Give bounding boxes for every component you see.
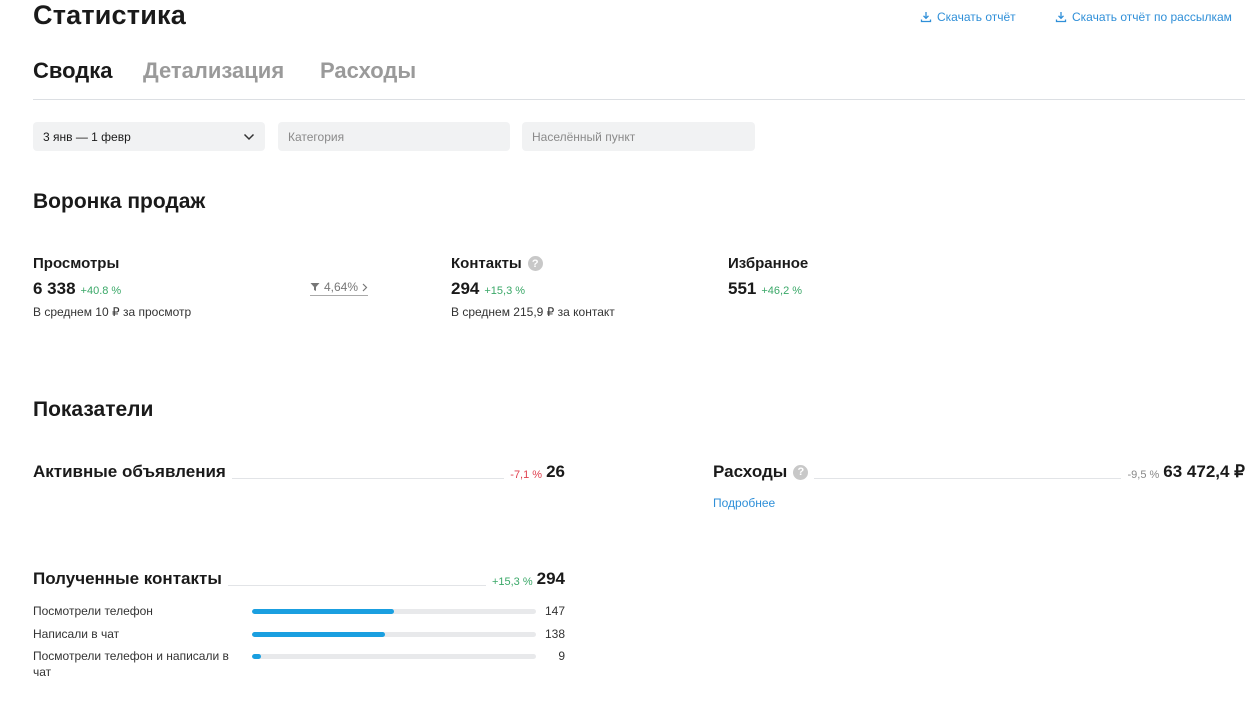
tab-details[interactable]: Детализация	[143, 58, 284, 84]
tab-summary[interactable]: Сводка	[33, 58, 112, 84]
breakdown-value: 147	[544, 604, 565, 618]
leader-line	[814, 478, 1122, 479]
breakdown-value: 138	[544, 627, 565, 641]
category-filter[interactable]	[278, 122, 510, 151]
contacts-delta: +15,3 %	[484, 285, 526, 297]
help-icon[interactable]: ?	[527, 256, 543, 271]
date-range-select[interactable]: 3 янв — 1 февр	[33, 122, 265, 151]
contacts-value-row: 294 +15,3 %	[451, 279, 615, 299]
contacts-label: Контакты	[451, 255, 522, 272]
favorites-value: 551	[728, 279, 757, 298]
contacts-label-row: Контакты ?	[451, 255, 615, 272]
contacts-value: 294	[451, 279, 480, 298]
page-title: Статистика	[33, 0, 186, 30]
breakdown-label: Посмотрели телефон	[33, 604, 153, 618]
filter-icon	[310, 283, 320, 291]
views-value-row: 6 338 +40.8 %	[33, 279, 191, 299]
leader-line	[227, 585, 486, 586]
progress-fill	[252, 609, 394, 614]
active-ads-value: 26	[546, 462, 565, 481]
download-icon	[1055, 12, 1067, 23]
tab-bar: Сводка Детализация Расходы	[33, 58, 1245, 100]
expenses-value: 63 472,4 ₽	[1163, 462, 1245, 481]
expenses-delta: -9,5 %	[1127, 469, 1160, 481]
contacts-average: В среднем 215,9 ₽ за контакт	[451, 305, 615, 319]
progress-track	[252, 632, 536, 637]
received-contacts-delta: +15,3 %	[491, 576, 533, 588]
conversion-value: 4,64%	[324, 280, 359, 294]
active-ads-delta: -7,1 %	[510, 469, 543, 481]
favorites-value-row: 551 +46,2 %	[728, 279, 808, 299]
views-metric: Просмотры 6 338 +40.8 % В среднем 10 ₽ з…	[33, 255, 191, 319]
contacts-breakdown-row: Посмотрели телефон 147	[33, 603, 565, 619]
progress-track	[252, 609, 536, 614]
chevron-right-icon	[362, 283, 368, 291]
help-icon[interactable]: ?	[793, 464, 809, 480]
views-average: В среднем 10 ₽ за просмотр	[33, 305, 192, 319]
download-mailing-report-link[interactable]: Скачать отчёт по рассылкам	[1055, 10, 1232, 24]
views-label: Просмотры	[33, 255, 120, 272]
contacts-breakdown-row: Написали в чат 138	[33, 626, 565, 642]
download-report-label: Скачать отчёт	[937, 10, 1016, 24]
city-input[interactable]	[532, 129, 745, 144]
conversion-link[interactable]: 4,64%	[310, 280, 369, 296]
expenses-row: Расходы ? -9,5 % 63 472,4 ₽	[713, 462, 1245, 482]
active-ads-row: Активные объявления -7,1 % 26	[33, 462, 565, 482]
favorites-metric: Избранное 551 +46,2 %	[728, 255, 808, 299]
progress-track	[252, 654, 536, 659]
download-report-link[interactable]: Скачать отчёт	[920, 10, 1016, 24]
received-contacts-row: Полученные контакты +15,3 % 294	[33, 569, 565, 589]
received-contacts-value: 294	[536, 569, 565, 588]
active-ads-label: Активные объявления	[33, 462, 226, 481]
progress-fill	[252, 632, 386, 637]
views-value: 6 338	[33, 279, 76, 298]
progress-fill	[252, 654, 261, 659]
favorites-label: Избранное	[728, 255, 809, 272]
download-icon	[920, 12, 932, 23]
funnel-title: Воронка продаж	[33, 190, 206, 213]
city-filter[interactable]	[522, 122, 755, 151]
breakdown-value: 9	[558, 649, 565, 663]
expenses-label: Расходы	[713, 462, 788, 481]
contacts-metric: Контакты ? 294 +15,3 % В среднем 215,9 ₽…	[451, 255, 615, 319]
received-contacts-label: Полученные контакты	[33, 569, 222, 588]
breakdown-label: Посмотрели телефон и написали в чат	[33, 649, 229, 679]
date-range-value: 3 янв — 1 февр	[43, 129, 131, 144]
contacts-breakdown-row: Посмотрели телефон и написали в чат 9	[33, 648, 565, 682]
tab-expenses[interactable]: Расходы	[320, 58, 416, 84]
chevron-down-icon	[243, 133, 255, 140]
views-delta: +40.8 %	[80, 285, 122, 297]
expenses-label-row: Расходы ?	[713, 462, 809, 482]
expenses-more-link[interactable]: Подробнее	[713, 496, 775, 510]
breakdown-label: Написали в чат	[33, 627, 120, 641]
download-mailing-report-label: Скачать отчёт по рассылкам	[1072, 10, 1232, 24]
leader-line	[231, 478, 505, 479]
indicators-title: Показатели	[33, 398, 154, 421]
favorites-delta: +46,2 %	[761, 285, 803, 297]
category-input[interactable]	[288, 129, 500, 144]
